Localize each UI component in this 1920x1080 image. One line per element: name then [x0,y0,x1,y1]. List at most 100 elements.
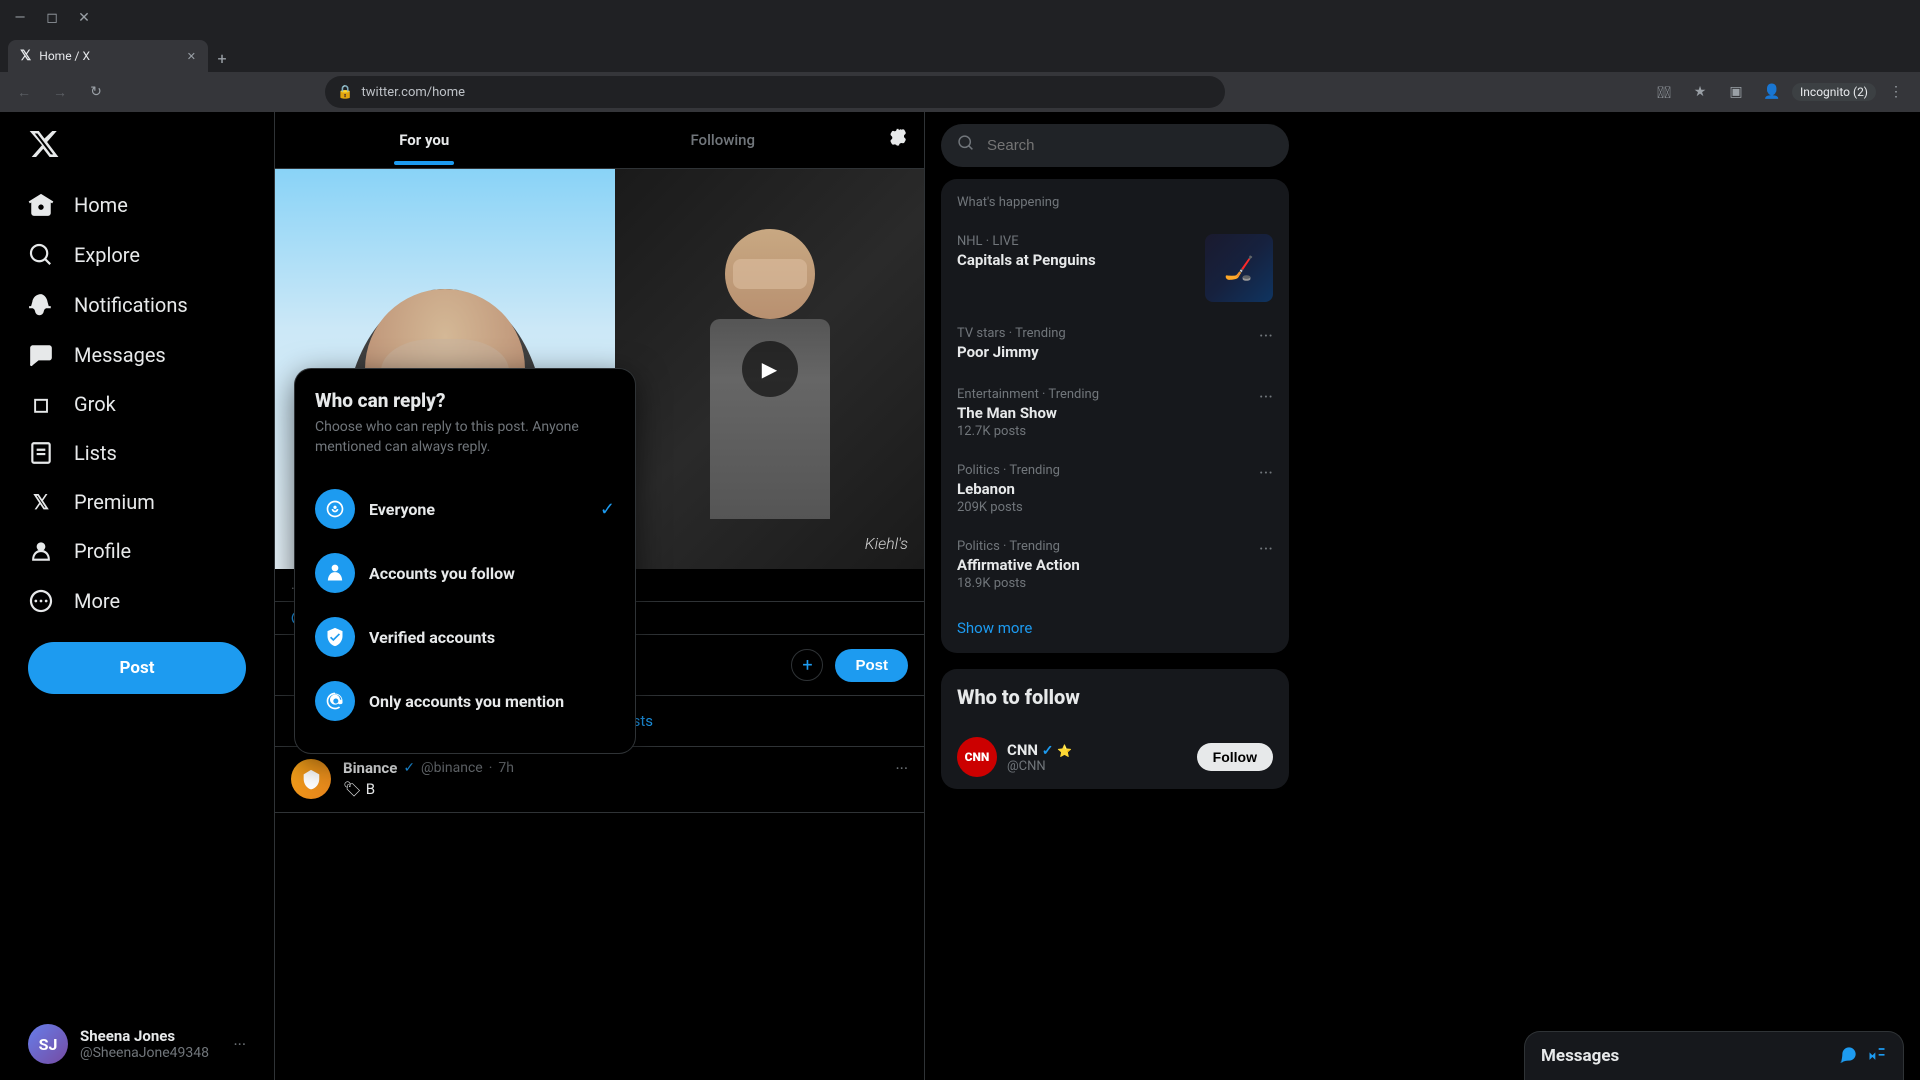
reply-options-dropdown: Who can reply? Choose who can reply to t… [295,369,635,753]
dropdown-title: Who can reply? [315,389,615,412]
toolbar-right: 👁̸ ★ ▣ 👤 Incognito (2) ⋮ [1648,76,1912,108]
cnn-verified-icon: ✓ [1042,743,1054,759]
entertainment-category: Entertainment · Trending [957,387,1247,402]
cnn-name: CNN ✓ ⭐ [1007,741,1187,759]
menu-dots-icon[interactable]: ⋮ [1880,76,1912,108]
tab-for-you[interactable]: For you [275,115,574,165]
sidebar-item-grok[interactable]: ◻ Grok [12,380,262,428]
nhl-info: NHL · LIVE Capitals at Penguins [957,234,1205,271]
user-profile-row[interactable]: SJ Sheena Jones @SheenaJone49348 ··· [12,1012,262,1076]
profile-icon[interactable]: 👤 [1756,76,1788,108]
sidebar-item-home-label: Home [74,193,128,217]
search-icon [957,134,975,157]
close-button[interactable]: ✕ [72,6,96,30]
video-play-button[interactable]: ▶ [742,341,798,397]
nhl-image: 🏒 [1205,234,1273,302]
trending-item-tv-stars[interactable]: TV stars · Trending Poor Jimmy ··· [941,314,1289,375]
sidebar-item-messages[interactable]: Messages [12,330,262,380]
feed-settings-gear-icon[interactable] [872,112,924,168]
post-item-binance[interactable]: Binance ✓ @binance · 7h 🏷 B ··· [275,747,924,813]
trending-item-affirmative-action[interactable]: Politics · Trending Affirmative Action 1… [941,527,1289,603]
notifications-icon [28,292,54,318]
trending-item-nhl[interactable]: NHL · LIVE Capitals at Penguins 🏒 [941,222,1289,314]
who-to-follow-card: Who to follow CNN CNN ✓ ⭐ @CNN Follow [941,669,1289,789]
lists-icon [28,440,54,466]
tab-search-icon[interactable]: ▣ [1720,76,1752,108]
sidebar-item-explore[interactable]: Explore [12,230,262,280]
reply-option-following[interactable]: Accounts you follow [315,541,615,605]
cnn-avatar: CNN [957,737,997,777]
trending-item-entertainment[interactable]: Entertainment · Trending The Man Show 12… [941,375,1289,451]
following-icon [315,553,355,593]
search-input[interactable] [987,137,1273,154]
profile-nav-icon [28,538,54,564]
grok-icon: ◻ [28,392,54,416]
browser-chrome: — ◻ ✕ 𝕏 Home / X ✕ + ← → ↻ 🔒 twitter.com… [0,0,1920,112]
tab-bar: 𝕏 Home / X ✕ + [0,36,1920,72]
verified-icon [315,617,355,657]
address-bar[interactable]: 🔒 twitter.com/home [325,76,1225,108]
sidebar-item-notifications[interactable]: Notifications [12,280,262,330]
dropdown-description: Choose who can reply to this post. Anyon… [315,418,615,457]
sidebar-item-explore-label: Explore [74,243,140,267]
affirmative-name: Affirmative Action [957,556,1247,574]
new-tab-button[interactable]: + [208,44,236,72]
sidebar-item-more[interactable]: More [12,576,262,626]
reload-button[interactable]: ↻ [80,76,112,108]
face-mask-overlay [733,259,807,289]
video-content: ▶ Kiehl's [615,169,924,569]
search-input-wrap[interactable] [941,124,1289,167]
tab-close-icon[interactable]: ✕ [187,50,196,63]
post-time: · [489,760,493,776]
entertainment-more-icon[interactable]: ··· [1259,387,1273,408]
post-more-button[interactable]: ··· [895,759,908,800]
binance-avatar [291,759,331,799]
bookmark-star-icon[interactable]: ★ [1684,76,1716,108]
x-favicon-icon: 𝕏 [20,48,31,64]
post-emoji: 🏷 [343,780,362,798]
messages-bar[interactable]: Messages [1524,1031,1904,1080]
new-message-icon[interactable] [1839,1044,1859,1068]
x-logo-icon [28,128,60,160]
mentioned-label: Only accounts you mention [369,692,564,711]
reply-option-everyone[interactable]: Everyone ✓ [315,477,615,541]
everyone-icon [315,489,355,529]
sidebar-item-premium[interactable]: 𝕏 Premium [12,478,262,526]
right-sidebar: What's happening NHL · LIVE Capitals at … [925,112,1305,1080]
back-button[interactable]: ← [8,76,40,108]
who-to-follow-title: Who to follow [941,669,1289,725]
expand-messages-icon[interactable] [1867,1044,1887,1068]
trending-item-lebanon[interactable]: Politics · Trending Lebanon 209K posts ·… [941,451,1289,527]
post-button[interactable]: Post [28,642,246,694]
maximize-button[interactable]: ◻ [40,6,64,30]
forward-button[interactable]: → [44,76,76,108]
browser-toolbar: ← → ↻ 🔒 twitter.com/home 👁̸ ★ ▣ 👤 Incogn… [0,72,1920,112]
browser-titlebar: — ◻ ✕ [0,0,1920,36]
sidebar-item-lists[interactable]: Lists [12,428,262,478]
lebanon-info: Politics · Trending Lebanon 209K posts [957,463,1247,515]
eye-slash-icon[interactable]: 👁̸ [1648,76,1680,108]
reply-option-mentioned[interactable]: Only accounts you mention [315,669,615,733]
tab-following[interactable]: Following [574,115,873,165]
sidebar-logo[interactable] [12,116,262,176]
reply-option-verified[interactable]: Verified accounts [315,605,615,669]
affirmative-more-icon[interactable]: ··· [1259,539,1273,560]
cnn-follow-button[interactable]: Follow [1197,743,1273,771]
incognito-badge[interactable]: Incognito (2) [1792,83,1876,101]
active-tab[interactable]: 𝕏 Home / X ✕ [8,40,208,72]
tv-stars-more-icon[interactable]: ··· [1259,326,1273,347]
lebanon-more-icon[interactable]: ··· [1259,463,1273,484]
post-submit-button[interactable]: Post [835,649,908,682]
show-more-link[interactable]: Show more [941,603,1289,653]
premium-icon: 𝕏 [28,490,54,514]
follow-item-cnn[interactable]: CNN CNN ✓ ⭐ @CNN Follow [941,725,1289,789]
messages-bar-title: Messages [1541,1046,1839,1066]
minimize-button[interactable]: — [8,6,32,30]
add-more-button[interactable]: + [791,649,823,681]
sidebar-item-profile[interactable]: Profile [12,526,262,576]
page-body: Home Explore Notifications Messages ◻ Gr… [0,112,1920,1080]
user-menu-dots[interactable]: ··· [233,1035,246,1054]
cnn-info: CNN ✓ ⭐ @CNN [1007,741,1187,774]
sidebar-item-home[interactable]: Home [12,180,262,230]
tv-stars-category: TV stars · Trending [957,326,1247,341]
